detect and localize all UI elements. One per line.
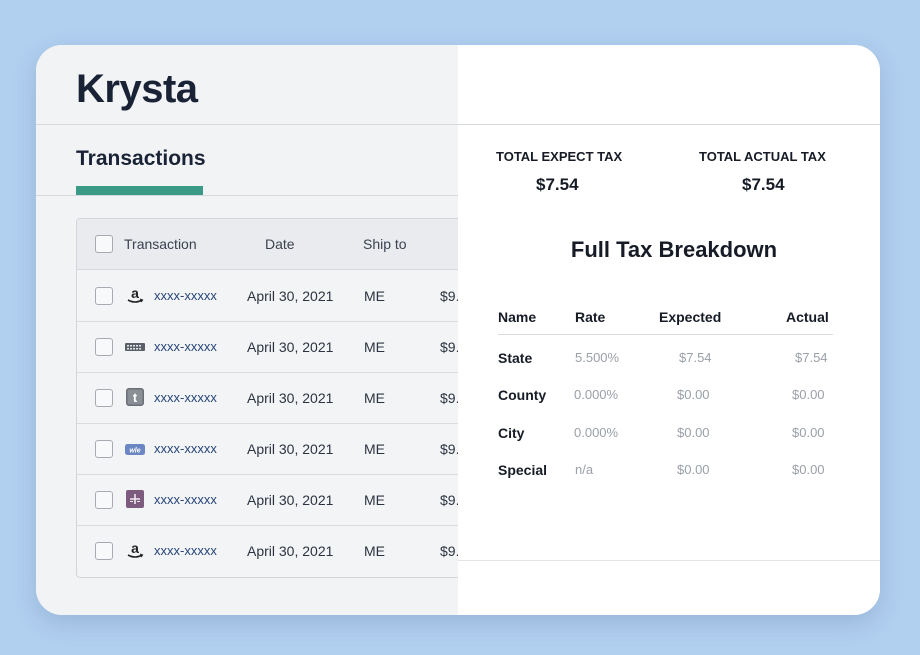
column-header-date[interactable]: Date	[265, 236, 295, 252]
table-row[interactable]: xxxx-xxxxx April 30, 2021 ME $9.	[77, 321, 477, 373]
breakdown-row-expected: $0.00	[677, 425, 710, 440]
breakdown-row-rate: 0.000%	[574, 425, 619, 440]
row-checkbox[interactable]	[95, 440, 113, 458]
breakdown-row-name: City	[498, 425, 525, 441]
ship-to: ME	[364, 288, 385, 304]
table-row[interactable]: a xxxx-xxxxx April 30, 2021 ME $9.	[77, 525, 477, 576]
svg-text:a: a	[131, 287, 139, 301]
transaction-id-link[interactable]: xxxx-xxxxx	[154, 390, 217, 405]
transaction-date: April 30, 2021	[247, 288, 334, 304]
breakdown-row-name: County	[498, 387, 547, 403]
ship-to: ME	[364, 441, 385, 457]
breakdown-row-name: Special	[498, 462, 548, 478]
row-checkbox[interactable]	[95, 491, 113, 509]
transaction-amount: $9.	[440, 543, 460, 559]
ship-to: ME	[364, 492, 385, 508]
breakdown-header-expected: Expected	[659, 309, 722, 325]
store-grid-icon	[125, 343, 145, 351]
column-header-transaction[interactable]: Transaction	[124, 236, 197, 252]
total-expected-tax-label: TOTAL EXPECT TAX	[496, 149, 623, 164]
table-row[interactable]: xxxx-xxxxx April 30, 2021 ME $9.	[77, 474, 477, 526]
brand-title: Krysta	[76, 67, 198, 111]
select-all-checkbox[interactable]	[95, 235, 113, 253]
panel-bottom-divider	[458, 560, 880, 561]
ship-to: ME	[364, 339, 385, 355]
breakdown-header-name: Name	[498, 309, 537, 325]
transaction-date: April 30, 2021	[247, 390, 334, 406]
transactions-table: Transaction Date Ship to a xxxx-xxxxx Ap…	[76, 218, 478, 578]
table-row[interactable]: a xxxx-xxxxx April 30, 2021 ME $9.	[77, 270, 477, 322]
t-square-icon: t	[126, 388, 144, 406]
app-window: Krysta Transactions Transaction Date Shi…	[36, 45, 880, 615]
breakdown-row-actual: $0.00	[792, 387, 825, 402]
tab-transactions[interactable]: Transactions	[76, 147, 206, 171]
transaction-id-link[interactable]: xxxx-xxxxx	[154, 543, 217, 558]
breakdown-row-actual: $0.00	[792, 425, 825, 440]
breakdown-row-rate: 0.000%	[574, 387, 619, 402]
ship-to: ME	[364, 390, 385, 406]
breakdown-header-divider	[498, 334, 833, 335]
row-checkbox[interactable]	[95, 338, 113, 356]
plus-grid-icon	[126, 490, 144, 508]
table-header: Transaction Date Ship to	[77, 219, 477, 270]
svg-text:wle: wle	[129, 448, 140, 455]
woo-icon: wle	[125, 444, 145, 455]
transaction-date: April 30, 2021	[247, 339, 334, 355]
tax-breakdown-panel: TOTAL EXPECT TAX $7.54 TOTAL ACTUAL TAX …	[458, 45, 880, 615]
total-actual-tax-label: TOTAL ACTUAL TAX	[699, 149, 826, 164]
transaction-date: April 30, 2021	[247, 441, 334, 457]
table-row[interactable]: wle xxxx-xxxxx April 30, 2021 ME $9.	[77, 423, 477, 475]
column-header-ship-to[interactable]: Ship to	[363, 236, 407, 252]
tab-divider	[36, 195, 458, 196]
svg-text:t: t	[133, 390, 138, 405]
transaction-date: April 30, 2021	[247, 492, 334, 508]
transaction-id-link[interactable]: xxxx-xxxxx	[154, 288, 217, 303]
breakdown-row-name: State	[498, 350, 533, 366]
breakdown-row-actual: $0.00	[792, 462, 825, 477]
breakdown-row-expected: $0.00	[677, 387, 710, 402]
breakdown-header-actual: Actual	[786, 309, 829, 325]
total-expected-tax-value: $7.54	[536, 175, 579, 194]
row-checkbox[interactable]	[95, 287, 113, 305]
amazon-icon: a	[127, 287, 144, 303]
transaction-date: April 30, 2021	[247, 543, 334, 559]
transaction-id-link[interactable]: xxxx-xxxxx	[154, 441, 217, 456]
breakdown-row-actual: $7.54	[795, 350, 828, 365]
svg-text:a: a	[131, 542, 139, 556]
transaction-amount: $9.	[440, 339, 460, 355]
breakdown-title: Full Tax Breakdown	[570, 237, 778, 262]
transaction-amount: $9.	[440, 288, 460, 304]
ship-to: ME	[364, 543, 385, 559]
transactions-panel: Krysta Transactions Transaction Date Shi…	[36, 45, 478, 615]
breakdown-row-rate: 5.500%	[575, 350, 620, 365]
row-checkbox[interactable]	[95, 389, 113, 407]
table-row[interactable]: t xxxx-xxxxx April 30, 2021 ME $9.	[77, 372, 477, 424]
transaction-id-link[interactable]: xxxx-xxxxx	[154, 339, 217, 354]
breakdown-row-rate: n/a	[575, 462, 594, 477]
breakdown-row-expected: $7.54	[679, 350, 712, 365]
row-checkbox[interactable]	[95, 542, 113, 560]
amazon-icon: a	[127, 542, 144, 558]
active-tab-indicator	[76, 186, 203, 195]
total-actual-tax-value: $7.54	[742, 175, 785, 194]
transaction-amount: $9.	[440, 390, 460, 406]
transaction-amount: $9.	[440, 441, 460, 457]
transaction-id-link[interactable]: xxxx-xxxxx	[154, 492, 217, 507]
breakdown-header-rate: Rate	[575, 309, 606, 325]
panel-top-divider	[458, 124, 880, 125]
breakdown-row-expected: $0.00	[677, 462, 710, 477]
transaction-amount: $9.	[440, 492, 460, 508]
